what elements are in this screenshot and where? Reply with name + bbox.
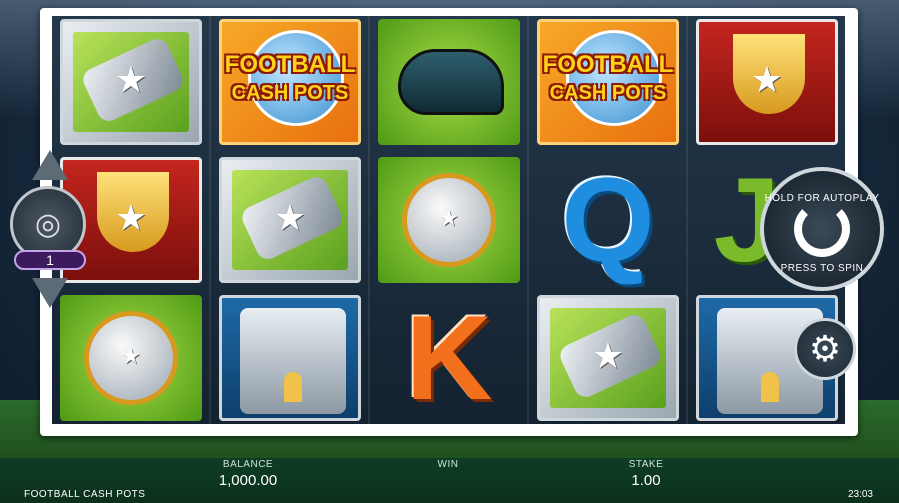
stake-label: STAKE — [628, 459, 664, 470]
spin-arrow-icon — [794, 201, 850, 257]
symbol-silver-trophy-coin: ★ — [375, 156, 523, 284]
stake-level: 1 — [14, 250, 86, 270]
symbol-logo: FOOTBALL CASH POTS — [216, 18, 364, 146]
stake-display: STAKE 1.00 — [596, 459, 696, 489]
symbol-stadium — [216, 294, 364, 422]
balance-value: 1,000.00 — [218, 472, 278, 489]
reel-4: FOOTBALL CASH POTS Q ★ — [529, 16, 688, 424]
spin-button[interactable]: HOLD FOR AUTOPLAY PRESS TO SPIN — [760, 167, 884, 291]
logo-line-1: FOOTBALL — [224, 51, 356, 78]
balance-display: BALANCE 1,000.00 — [198, 459, 298, 489]
logo-line-2: CASH POTS — [231, 82, 349, 104]
symbol-whistle: ★ — [534, 294, 682, 422]
symbol-letter-k: K — [375, 294, 523, 422]
symbol-whistle: ★ — [57, 18, 205, 146]
letter-q: Q — [561, 153, 655, 287]
gear-icon: ⚙ — [808, 328, 842, 369]
symbol-whistle: ★ — [216, 156, 364, 284]
symbol-trophy: ★ — [693, 18, 841, 146]
balance-label: BALANCE — [222, 459, 274, 470]
spin-hint: PRESS TO SPIN — [780, 263, 864, 274]
symbol-silver-trophy-coin: ★ — [57, 294, 205, 422]
game-title: FOOTBALL CASH POTS — [24, 489, 146, 500]
win-display: WIN — [398, 459, 498, 472]
chevron-up-icon[interactable] — [32, 150, 68, 180]
clock: 23:03 — [847, 489, 873, 500]
reel-3: ★ K — [370, 16, 529, 424]
symbol-boot — [375, 18, 523, 146]
chevron-down-icon[interactable] — [32, 278, 68, 308]
reel-2: FOOTBALL CASH POTS ★ — [211, 16, 370, 424]
win-label: WIN — [437, 459, 459, 470]
letter-k: K — [405, 291, 493, 425]
stake-value: 1.00 — [631, 472, 661, 489]
symbol-logo: FOOTBALL CASH POTS — [534, 18, 682, 146]
symbol-letter-q: Q — [534, 156, 682, 284]
logo-line-2: CASH POTS — [549, 82, 667, 104]
settings-button[interactable]: ⚙ — [794, 318, 856, 380]
logo-line-1: FOOTBALL — [542, 51, 674, 78]
stake-control: ◎ 1 — [8, 150, 92, 310]
reels-area: ★ ★ ★ FOOTBALL CASH POTS ★ ★ K FOOTBALL … — [52, 16, 845, 424]
